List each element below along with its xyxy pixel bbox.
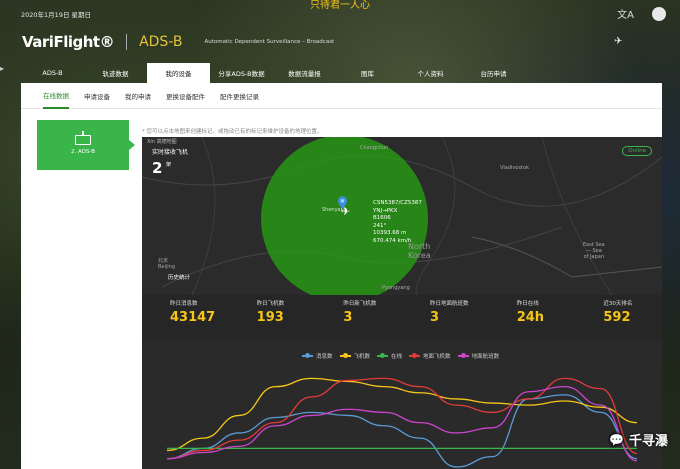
stat-value: 43147: [170, 310, 216, 325]
stat-value: 24h: [516, 310, 545, 325]
watermark-text: 千寻瀑: [628, 434, 668, 449]
product-description: Automatic Dependent Surveillance – Broad…: [204, 39, 335, 45]
nav-item-adsb[interactable]: ADS-B: [21, 63, 84, 83]
nav-item-data-traffic[interactable]: 数据流量报: [273, 63, 336, 83]
flight-speed: 670.474 km/h: [373, 237, 412, 244]
stat-value: 592: [603, 310, 631, 325]
flight-info: CSN5387/CZ5387 YNJ→PKX B1606 241° 10393.…: [373, 200, 422, 245]
sub-tabs: 在线数据 申请设备 我的申请 更换设备配件 配件更换记录: [21, 83, 662, 109]
live-aircraft-label: 实时接收飞机: [152, 149, 189, 156]
stat-value: 3: [430, 310, 440, 325]
flight-callsign: CSN5387/CZ5387: [373, 200, 422, 206]
nav-item-gallery[interactable]: 图库: [336, 63, 399, 83]
map-label-changchun: Changchun: [360, 145, 389, 151]
stat-messages: 昨日消息数 43147: [142, 295, 229, 341]
stat-label: 昨日飞机数: [256, 301, 285, 307]
header-date: 2020年1月19日 星期日: [21, 11, 92, 19]
stat-value: 193: [256, 310, 284, 325]
top-caption: 只待君一人心: [310, 0, 370, 11]
live-aircraft-unit: 架: [166, 162, 172, 168]
live-aircraft-count: 2: [152, 159, 163, 177]
tab-replace-parts[interactable]: 更换设备配件: [166, 83, 205, 109]
chart-plot: [166, 377, 638, 468]
stat-label: 昨日消息数: [170, 301, 198, 307]
stat-online-time: 昨日在线 24h: [489, 295, 576, 341]
stat-aircraft: 昨日飞机数 193: [229, 295, 316, 341]
history-stats-link[interactable]: 历史统计: [168, 273, 190, 281]
tab-apply-device[interactable]: 申请设备: [84, 83, 110, 109]
series-line-0: [166, 394, 638, 468]
nav-item-calendar-apply[interactable]: 台历申请: [462, 63, 525, 83]
map-label-east-sea: East Sea — Sea of Japan: [583, 242, 605, 260]
map-label-vladivostok: Vladivostok: [500, 165, 529, 171]
language-icon[interactable]: 文A: [617, 6, 634, 21]
flight-registration: B1606: [373, 215, 391, 221]
nav-item-my-devices[interactable]: 我的设备: [147, 63, 210, 83]
stat-label: 近30天排名: [603, 301, 633, 307]
stat-value: 3: [343, 310, 353, 325]
top-icons: 文A: [617, 6, 666, 21]
product-name: ADS-B: [139, 34, 183, 50]
brand: VariFlight® ADS-B Automatic Dependent Su…: [22, 33, 334, 51]
map-label-beijing: 北京 Beijing: [158, 258, 176, 270]
content-panel: 在线数据 申请设备 我的申请 更换设备配件 配件更换记录 2. ADS-B * …: [21, 83, 662, 469]
cursor-icon: ▸: [0, 64, 5, 73]
tab-online-data[interactable]: 在线数据: [43, 83, 69, 109]
map-provider: Xin 高德地图: [147, 139, 177, 145]
stats-bar: 昨日消息数 43147 昨日飞机数 193 昨日新飞机数 3 昨日地面航班数 3…: [142, 295, 662, 341]
nav-item-profile[interactable]: 个人资料: [399, 63, 462, 83]
brand-divider: [126, 34, 128, 50]
nav-item-track-data[interactable]: 轨迹数据: [84, 63, 147, 83]
device-label: 2. ADS-B: [70, 149, 96, 155]
map-hint: * 您可以点击地图来创建标记，或拖动已有的标记来维护设备的地理位置。: [142, 129, 323, 135]
stat-label: 昨日新飞机数: [343, 301, 377, 307]
airplane-icon: ✈: [614, 36, 623, 47]
history-chart: 消息数 飞机数 在线 地面飞机数 地面航班数: [142, 341, 662, 469]
coverage-map[interactable]: Xin 高德地图 实时接收飞机 2 架 Online Changchun She…: [142, 137, 662, 295]
tab-replace-records[interactable]: 配件更换记录: [220, 83, 259, 109]
watermark: 💬 千寻瀑: [609, 430, 668, 450]
stat-ground-flights: 昨日地面航班数 3: [402, 295, 489, 341]
nav-item-share-data[interactable]: 分享ADS-B数据: [210, 63, 273, 83]
brand-logo[interactable]: VariFlight®: [22, 33, 115, 51]
flight-route: YNJ→PKX: [373, 207, 398, 214]
router-icon: [75, 131, 91, 145]
stat-new-aircraft: 昨日新飞机数 3: [315, 295, 402, 341]
device-card[interactable]: 2. ADS-B: [37, 120, 135, 170]
aircraft-icon[interactable]: ✈: [341, 205, 350, 218]
stat-label: 昨日地面航班数: [430, 301, 469, 307]
main-nav: ADS-B 轨迹数据 我的设备 分享ADS-B数据 数据流量报 图库 个人资料 …: [21, 63, 661, 83]
tab-my-applications[interactable]: 我的申请: [125, 83, 151, 109]
flight-altitude: 10393.68 m: [373, 230, 407, 236]
avatar[interactable]: [652, 6, 666, 21]
online-badge: Online: [622, 146, 652, 156]
map-label-pyongyang: Pyongyang: [382, 285, 410, 291]
stat-rank: 近30天排名 592: [575, 295, 662, 341]
flight-heading: 241°: [373, 222, 387, 229]
wechat-icon: 💬: [609, 432, 624, 447]
series-line-4: [166, 385, 638, 462]
stat-label: 昨日在线: [516, 301, 539, 307]
